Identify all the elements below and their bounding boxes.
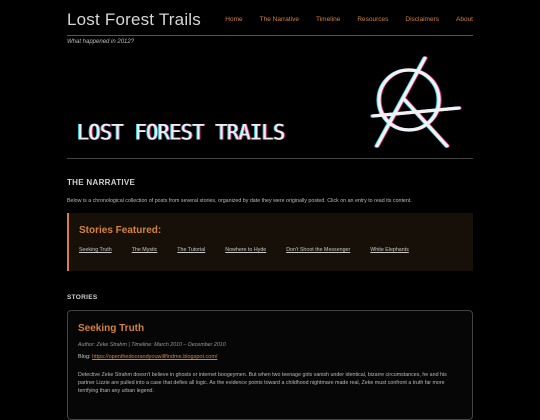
blog-link[interactable]: https://openthedoorandyouwillfindme.blog…	[92, 354, 217, 360]
nav-about[interactable]: About	[456, 16, 473, 23]
story-card-title[interactable]: Seeking Truth	[78, 323, 144, 334]
anarchy-icon	[370, 56, 462, 148]
stories-featured-links: Seeking Truth The Mystic The Tutorial No…	[79, 247, 429, 253]
banner-title: LOST FOREST TRAILS	[77, 119, 285, 145]
site-tagline: What happened in 2012?	[67, 39, 135, 45]
story-link-white-elephants[interactable]: White Elephants	[370, 247, 409, 253]
main-nav: Home The Narrative Timeline Resources Di…	[208, 16, 473, 23]
nav-disclaimers[interactable]: Disclaimers	[405, 16, 439, 23]
stories-featured-box: Stories Featured: Seeking Truth The Myst…	[67, 213, 473, 271]
header-divider	[67, 35, 473, 36]
narrative-heading: THE NARRATIVE	[67, 178, 136, 187]
story-card-blog: Blog: https://openthedoorandyouwillfindm…	[78, 354, 217, 360]
nav-home[interactable]: Home	[225, 16, 242, 23]
story-link-seeking-truth[interactable]: Seeking Truth	[79, 247, 112, 253]
story-link-the-tutorial[interactable]: The Tutorial	[177, 247, 205, 253]
stories-heading: STORIES	[67, 294, 98, 301]
story-link-the-mystic[interactable]: The Mystic	[132, 247, 158, 253]
story-link-nowhere-to-hyde[interactable]: Nowhere to Hyde	[225, 247, 266, 253]
nav-timeline[interactable]: Timeline	[316, 16, 340, 23]
stories-featured-title: Stories Featured:	[79, 225, 162, 236]
story-card-meta: Author: Zeke Strahm | Timeline: March 20…	[78, 342, 226, 348]
story-link-dont-shoot-the-messenger[interactable]: Don't Shoot the Messenger	[286, 247, 350, 253]
story-card: Seeking Truth Author: Zeke Strahm | Time…	[67, 310, 473, 420]
header-banner: LOST FOREST TRAILS	[67, 50, 473, 159]
narrative-intro: Below is a chronological collection of p…	[67, 198, 412, 204]
nav-resources[interactable]: Resources	[357, 16, 388, 23]
blog-label: Blog:	[78, 354, 93, 360]
story-card-description: Detective Zeke Strahm doesn't believe in…	[78, 372, 447, 394]
site-title[interactable]: Lost Forest Trails	[67, 10, 201, 30]
nav-the-narrative[interactable]: The Narrative	[260, 16, 299, 23]
